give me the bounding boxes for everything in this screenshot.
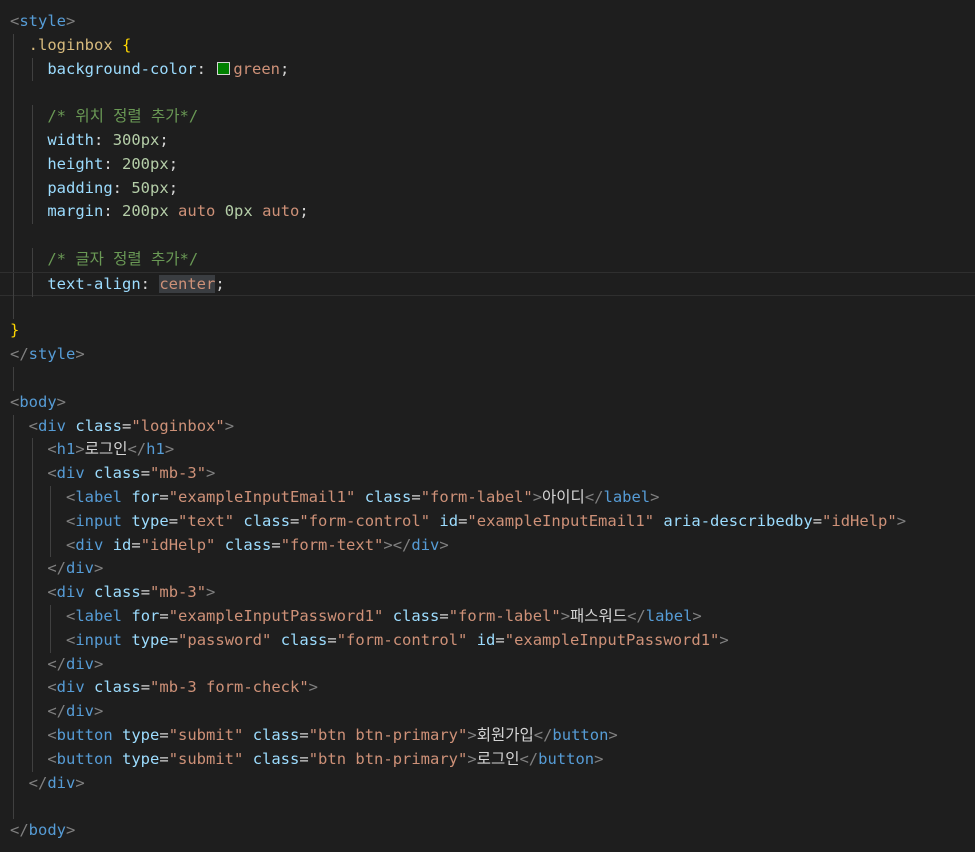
code-line-text: </div> [47,702,104,721]
code-line[interactable]: </div> [0,700,975,724]
indent-guide [13,795,14,820]
code-line[interactable] [0,295,975,320]
code-line[interactable]: } [0,319,975,343]
code-line-text: <label for="exampleInputPassword1" class… [66,607,702,625]
code-line-text: margin: 200px auto 0px auto; [47,202,309,221]
code-line[interactable]: <div id="idHelp" class="form-text"></div… [0,533,975,558]
code-line-text: </style> [10,345,85,364]
code-line[interactable]: <body> [0,391,975,415]
code-line[interactable]: <div class="mb-3"> [0,581,975,605]
code-line-text: width: 300px; [47,131,169,149]
code-line-text: <h1>로그인</h1> [47,440,175,459]
code-line[interactable] [0,795,975,820]
code-line[interactable]: </body> [0,819,975,843]
code-line[interactable] [0,367,975,391]
code-line-text: <div id="idHelp" class="form-text"></div… [66,535,449,554]
code-line[interactable]: <button type="submit" class="btn btn-pri… [0,747,975,772]
code-line[interactable]: width: 300px; [0,129,975,153]
indent-guide [13,81,14,106]
code-line-text: <div class="mb-3"> [47,464,216,483]
code-line-text: padding: 50px; [47,178,179,197]
code-line-text: } [10,321,20,340]
code-line-text: text-align: center; [47,274,225,293]
code-line[interactable]: </div> [0,557,975,582]
code-line[interactable]: </div> [0,771,975,796]
current-code-line[interactable]: text-align: center; [0,271,975,297]
indent-guide [13,295,14,320]
code-line[interactable]: <div class="loginbox"> [0,414,975,439]
indent-guide [13,367,14,391]
code-line-text: .loginbox { [28,35,132,54]
code-line[interactable]: height: 200px; [0,152,975,177]
code-line-text: <div class="mb-3 form-check"> [47,678,319,697]
code-line[interactable]: /* 위치 정렬 추가*/ [0,105,975,129]
code-line[interactable] [0,81,975,106]
code-line[interactable]: /* 글자 정렬 추가*/ [0,248,975,272]
code-line[interactable]: <label for="exampleInputEmail1" class="f… [0,486,975,510]
code-line[interactable]: <input type="password" class="form-contr… [0,628,975,653]
color-swatch-icon[interactable] [217,61,231,75]
code-line-text: <input type="text" class="form-control" … [66,511,907,530]
code-line-text: <body> [10,392,67,411]
code-editor[interactable]: <style> .loginbox { background-color: gr… [0,0,975,852]
code-line-text: /* 위치 정렬 추가*/ [47,107,199,126]
code-line-text: <button type="submit" class="btn btn-pri… [47,726,618,744]
word-highlight: center [159,274,216,293]
code-line[interactable]: .loginbox { [0,33,975,58]
code-line-text: /* 글자 정렬 추가*/ [47,250,199,268]
code-line-text: <div class="mb-3"> [47,583,216,602]
code-line[interactable]: margin: 200px auto 0px auto; [0,200,975,225]
code-line[interactable]: <h1>로그인</h1> [0,438,975,463]
code-line[interactable]: </div> [0,652,975,677]
code-line[interactable]: <label for="exampleInputPassword1" class… [0,605,975,629]
code-line-text: </body> [10,821,76,840]
code-line[interactable] [0,224,975,248]
code-line[interactable]: </style> [0,343,975,367]
code-line[interactable]: padding: 50px; [0,176,975,201]
code-line-text: background-color: green; [47,59,290,78]
code-line-text: <button type="submit" class="btn btn-pri… [47,749,604,768]
code-line-text: </div> [47,654,104,673]
code-line-text: <input type="password" class="form-contr… [66,630,729,649]
code-line-text: <style> [10,12,76,30]
code-line[interactable]: <div class="mb-3"> [0,462,975,486]
indent-guide [13,224,14,248]
code-line-text: <div class="loginbox"> [28,416,235,435]
code-line[interactable]: <div class="mb-3 form-check"> [0,676,975,701]
code-line[interactable]: background-color: green; [0,57,975,82]
code-line-text: <label for="exampleInputEmail1" class="f… [66,488,660,506]
code-line-text: </div> [47,559,104,578]
code-line-text: height: 200px; [47,154,179,173]
code-line[interactable]: <style> [0,10,975,34]
code-line-text: </div> [28,773,85,792]
code-line[interactable]: <input type="text" class="form-control" … [0,509,975,534]
code-line[interactable]: <button type="submit" class="btn btn-pri… [0,724,975,748]
